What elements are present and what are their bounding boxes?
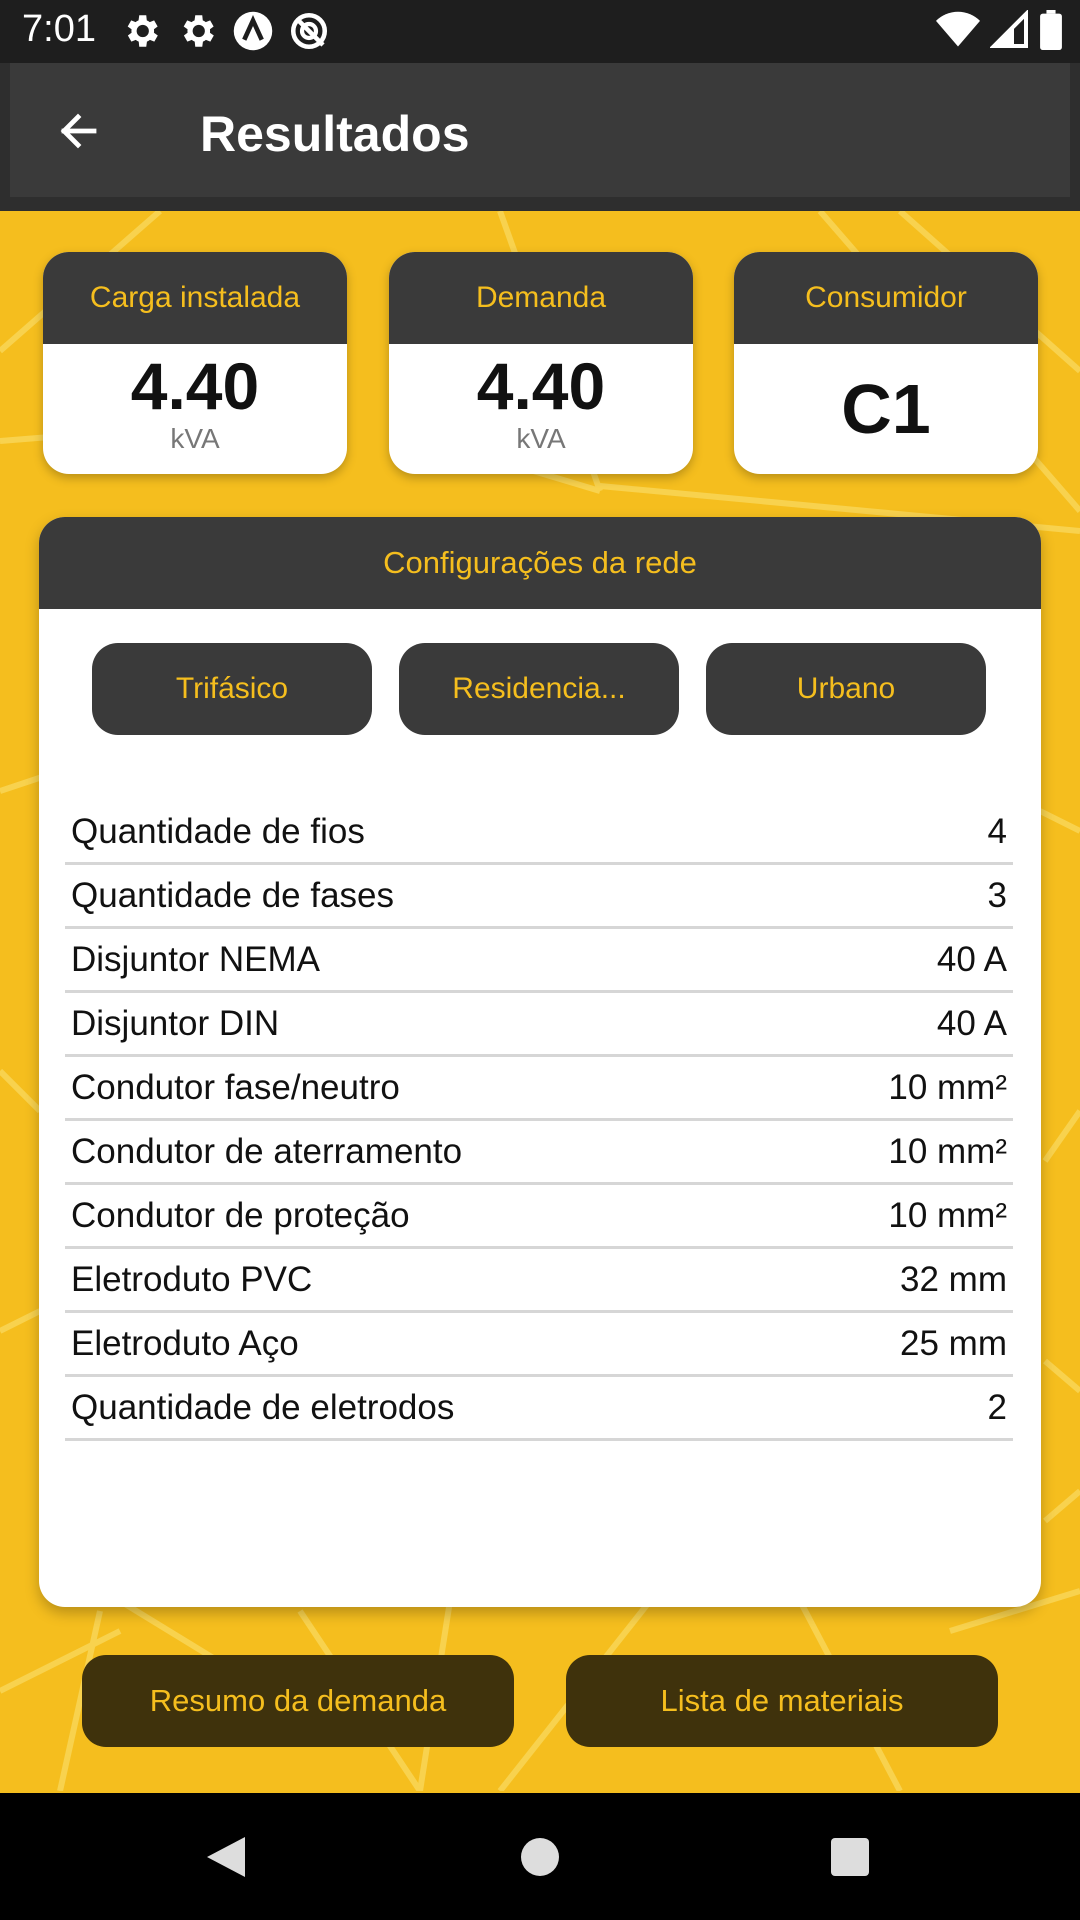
table-row: Disjuntor NEMA 40 A [65,929,1013,993]
home-circle-icon [521,1838,559,1876]
card-label: Consumidor [734,252,1038,344]
row-value: 32 mm [900,1259,1007,1299]
wifi-icon [936,11,980,47]
row-value: 40 A [936,1003,1007,1043]
row-label: Condutor de aterramento [71,1131,463,1171]
nav-back-button[interactable] [198,1829,254,1885]
card-label: Demanda [389,252,693,344]
back-button[interactable] [46,99,110,163]
row-value: 10 mm² [888,1067,1007,1107]
row-label: Quantidade de eletrodos [71,1387,455,1427]
row-label: Eletroduto PVC [71,1259,313,1299]
table-row: Eletroduto PVC 32 mm [65,1249,1013,1313]
config-rows: Quantidade de fios 4 Quantidade de fases 3… [65,801,1013,1441]
row-value: 10 mm² [888,1131,1007,1171]
row-label: Eletroduto Aço [71,1323,299,1363]
app-bar: Resultados [10,63,1070,197]
table-row: Condutor de proteção 10 mm² [65,1185,1013,1249]
nav-recents-button[interactable] [822,1829,878,1885]
status-time: 7:01 [22,8,96,50]
system-nav-bar [0,1793,1080,1920]
gear-icon [183,15,214,47]
row-label: Disjuntor NEMA [71,939,320,979]
demand-summary-button[interactable]: Resumo da demanda [82,1655,514,1747]
row-value: 3 [987,875,1007,915]
chip-phase-type[interactable]: Trifásico [92,643,372,735]
signal-icon [990,10,1028,48]
table-row: Quantidade de fases 3 [65,865,1013,929]
card-unit: kVA [170,423,220,454]
row-value: 2 [987,1387,1007,1427]
card-consumer: Consumidor C1 [734,252,1038,474]
card-demand: Demanda 4.40 kVA [389,252,693,474]
row-value: 40 A [936,939,1007,979]
no-sync-icon [290,12,328,50]
card-unit: kVA [516,423,566,454]
system-icons [936,10,1062,50]
card-value: 4.40 [130,349,260,423]
nav-home-button[interactable] [512,1829,568,1885]
row-label: Condutor fase/neutro [71,1067,400,1107]
table-row: Eletroduto Aço 25 mm [65,1313,1013,1377]
network-config-panel: Configurações da rede Trifásico Residenc… [39,517,1041,1607]
card-installed-load: Carga instalada 4.40 kVA [43,252,347,474]
table-row: Condutor fase/neutro 10 mm² [65,1057,1013,1121]
row-value: 4 [987,811,1007,851]
chip-consumer-class[interactable]: Residencia... [399,643,679,735]
card-value: 4.40 [476,349,606,423]
table-row: Quantidade de fios 4 [65,801,1013,865]
back-triangle-icon [207,1837,245,1877]
panel-title: Configurações da rede [39,517,1041,609]
row-label: Quantidade de fios [71,811,365,851]
chip-area-type[interactable]: Urbano [706,643,986,735]
card-label: Carga instalada [43,252,347,344]
arrow-left-icon [60,113,97,149]
battery-icon [1040,10,1062,50]
recents-square-icon [831,1838,869,1876]
table-row: Quantidade de eletrodos 2 [65,1377,1013,1441]
table-row: Condutor de aterramento 10 mm² [65,1121,1013,1185]
a-circle-icon [233,11,273,51]
row-value: 10 mm² [888,1195,1007,1235]
gear-icon [127,15,158,47]
page-title: Resultados [200,106,470,162]
table-row: Disjuntor DIN 40 A [65,993,1013,1057]
status-bar: 7:01 [0,0,1080,63]
notification-icons [120,10,330,52]
card-value: C1 [841,370,931,448]
row-label: Disjuntor DIN [71,1003,280,1043]
row-value: 25 mm [900,1323,1007,1363]
app-bar-container: Resultados [0,63,1080,211]
row-label: Quantidade de fases [71,875,395,915]
row-label: Condutor de proteção [71,1195,410,1235]
materials-list-button[interactable]: Lista de materiais [566,1655,998,1747]
